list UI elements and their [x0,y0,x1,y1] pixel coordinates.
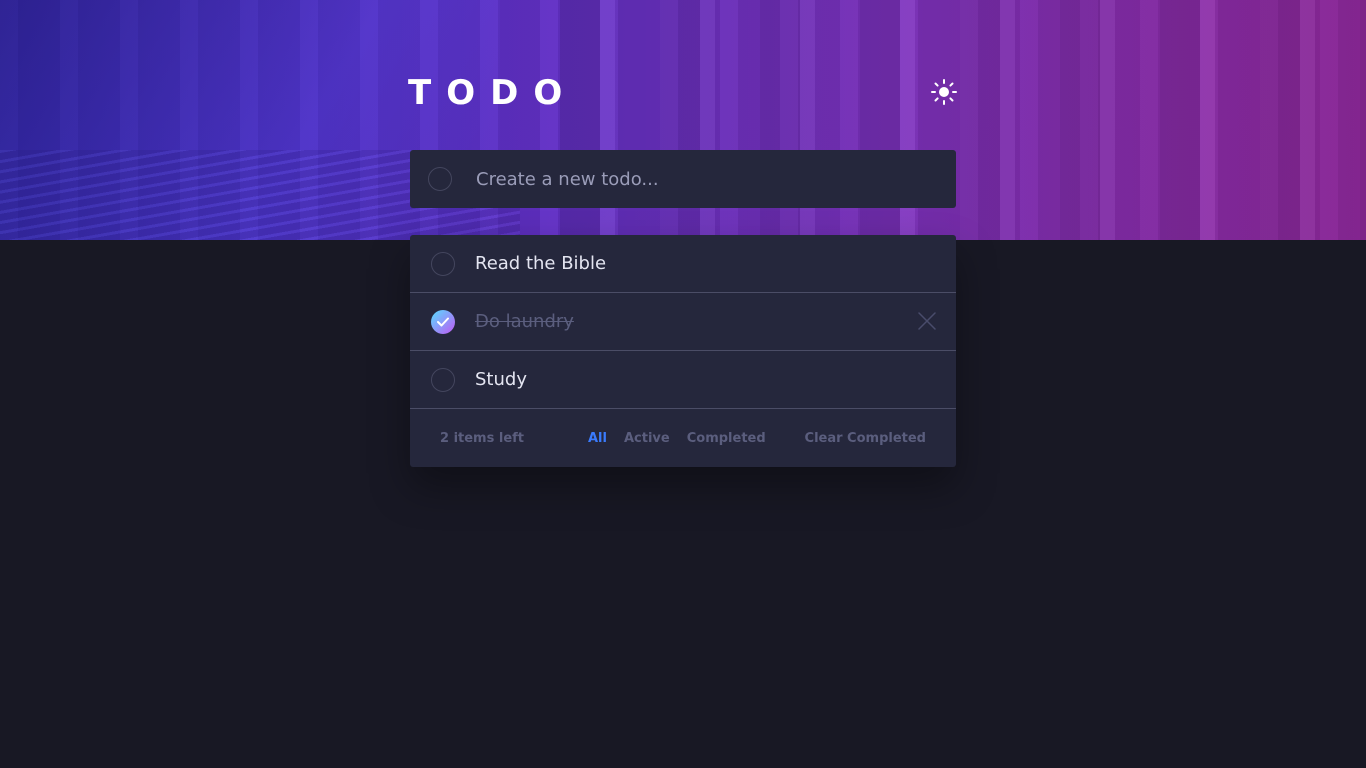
todo-item[interactable]: Read the Bible [410,235,956,293]
todo-footer: 2 items left All Active Completed Clear … [410,409,956,467]
todo-item-completed[interactable]: Do laundry [410,293,956,351]
app-title: TODO [408,73,578,113]
new-todo-bar [410,150,956,208]
clear-completed-button[interactable]: Clear Completed [805,431,926,446]
todo-checkbox-checked[interactable] [431,309,455,334]
todo-label[interactable]: Do laundry [475,311,574,332]
new-todo-input[interactable] [476,159,956,199]
todo-list: Read the Bible Do laundry Study 2 items … [410,235,956,467]
todo-label[interactable]: Read the Bible [475,253,606,274]
new-todo-circle-icon[interactable] [428,167,452,191]
filter-all-button[interactable]: All [588,431,607,446]
todo-checkbox[interactable] [431,251,455,276]
check-icon [437,317,449,326]
todo-checkbox[interactable] [431,367,455,392]
close-icon [918,312,936,330]
filter-completed-button[interactable]: Completed [687,431,766,446]
todo-item[interactable]: Study [410,351,956,409]
filter-group: All Active Completed [588,431,766,446]
sun-icon [931,79,957,105]
theme-toggle-button[interactable] [930,78,958,106]
todo-label[interactable]: Study [475,369,527,390]
items-left-count: 2 items left [440,430,525,446]
filter-active-button[interactable]: Active [624,431,670,446]
delete-todo-button[interactable] [918,312,936,330]
